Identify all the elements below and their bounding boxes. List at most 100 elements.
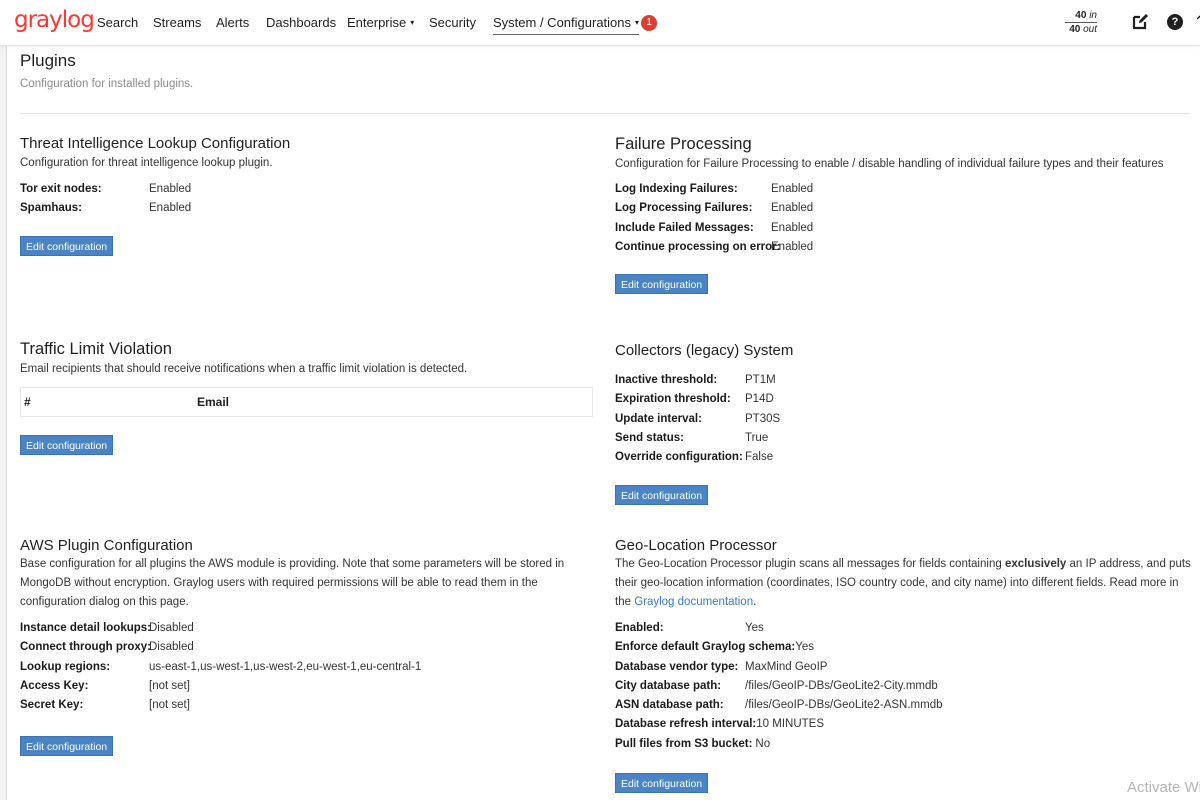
nav-dashboards[interactable]: Dashboards <box>266 15 336 30</box>
section-description: Email recipients that should receive not… <box>20 363 468 375</box>
config-key: Enforce default Graylog schema: <box>615 641 796 654</box>
config-value: P14D <box>745 393 774 406</box>
section-title: Threat Intelligence Lookup Configuration <box>20 135 291 152</box>
help-icon[interactable]: ? <box>1167 14 1183 30</box>
config-row: Secret Key: [not set] <box>20 696 595 715</box>
main-content: Plugins Configuration for installed plug… <box>6 46 1200 800</box>
config-list: Enabled: Yes Enforce default Graylog sche… <box>615 619 1195 754</box>
edit-configuration-button[interactable]: Edit configuration <box>615 773 709 794</box>
config-row: Override configuration: False <box>615 448 1195 467</box>
table-header-row: # Email <box>21 388 592 416</box>
nav-security-label: Security <box>429 15 476 30</box>
config-key: Log Processing Failures: <box>615 202 753 215</box>
config-row: Enabled: Yes <box>615 619 1195 638</box>
caret-down-icon: ▾ <box>410 18 415 27</box>
config-key: Lookup regions: <box>20 660 111 673</box>
notification-badge[interactable]: 1 <box>641 15 657 31</box>
nav-alerts[interactable]: Alerts <box>216 15 249 30</box>
nav-system-configurations-dropdown[interactable]: System / Configurations ▾ <box>493 15 640 35</box>
config-row: Log Indexing Failures: Enabled <box>615 180 1195 199</box>
config-row: Instance detail lookups: Disabled <box>20 619 595 638</box>
config-value: /files/GeoIP-DBs/GeoLite2-ASN.mmdb <box>745 699 943 712</box>
config-value: Enabled <box>771 240 814 253</box>
config-key: Instance detail lookups: <box>20 622 151 634</box>
config-row: Expiration threshold: P14D <box>615 390 1195 409</box>
config-value: [not set] <box>149 699 190 712</box>
throughput-out: 40 out <box>1069 24 1097 35</box>
email-recipients-table: # Email <box>20 387 593 417</box>
nav-enterprise-dropdown[interactable]: Enterprise ▾ <box>347 15 414 30</box>
throughput-in-unit: in <box>1089 10 1097 21</box>
config-list: Tor exit nodes: Enabled Spamhaus: Enabled <box>20 180 595 219</box>
user-menu-icon[interactable]: ⌃ <box>1194 13 1200 30</box>
config-row: Tor exit nodes: Enabled <box>20 180 595 199</box>
edit-configuration-button[interactable]: Edit configuration <box>20 235 114 256</box>
config-value: /files/GeoIP-DBs/GeoLite2-City.mmdb <box>745 679 938 692</box>
config-key: Database refresh interval: <box>615 718 757 731</box>
config-row: City database path: /files/GeoIP-DBs/GeoL… <box>615 677 1195 696</box>
table-header-number: # <box>24 395 31 409</box>
config-value: Yes <box>745 622 764 634</box>
nav-security[interactable]: Security <box>429 15 476 30</box>
config-row: Send status: True <box>615 429 1195 448</box>
config-value: True <box>745 431 769 444</box>
config-key: Log Indexing Failures: <box>615 183 738 195</box>
config-row: Inactive threshold: PT1M <box>615 371 1195 390</box>
edit-configuration-button[interactable]: Edit configuration <box>20 736 114 757</box>
config-value: No <box>755 737 771 750</box>
config-list: Inactive threshold: PT1M Expiration thres… <box>615 371 1195 467</box>
page-title: Plugins <box>20 51 76 70</box>
description-text: The Geo-Location Processor plugin scans … <box>615 558 1005 570</box>
config-list: Instance detail lookups: Disabled Connect… <box>20 619 595 715</box>
nav-streams[interactable]: Streams <box>153 15 201 30</box>
config-key: Access Key: <box>20 679 89 692</box>
config-row: Update interval: PT30S <box>615 410 1195 429</box>
graylog-documentation-link[interactable]: Graylog documentation <box>634 596 753 608</box>
nav-streams-label: Streams <box>153 15 202 30</box>
nav-system-label: System / Configurations <box>493 15 632 30</box>
config-key: Database vendor type: <box>615 660 739 673</box>
config-key: Spamhaus: <box>20 202 82 215</box>
throughput-out-unit: out <box>1083 24 1097 35</box>
description-emphasis: exclusively <box>1004 558 1067 570</box>
config-key: Override configuration: <box>615 451 743 464</box>
config-key: Inactive threshold: <box>615 374 718 386</box>
config-row: Continue processing on error: Enabled <box>615 238 1195 257</box>
collectors-section: Collectors (legacy) System Inactive thre… <box>615 342 1195 506</box>
activate-windows-watermark: Activate Wi <box>1127 779 1200 796</box>
config-key: Continue processing on error: <box>615 240 781 253</box>
config-row: Include Failed Messages: Enabled <box>615 219 1195 238</box>
config-key: Tor exit nodes: <box>20 183 102 195</box>
section-title: Failure Processing <box>615 135 752 153</box>
traffic-limit-section: Traffic Limit Violation Email recipients… <box>20 340 595 455</box>
throughput-out-value: 40 <box>1069 24 1081 35</box>
section-description: Base configuration for all plugins the A… <box>20 558 565 608</box>
config-value: PT30S <box>745 412 781 425</box>
config-key: Enabled: <box>615 622 664 634</box>
caret-down-icon: ▾ <box>635 18 640 27</box>
config-key: Secret Key: <box>20 699 84 712</box>
throughput-indicator[interactable]: 40 in 40 out <box>1065 9 1097 36</box>
config-value: False <box>745 451 774 464</box>
config-value: Enabled <box>149 202 192 215</box>
edit-configuration-button[interactable]: Edit configuration <box>615 485 709 506</box>
aws-plugin-section: AWS Plugin Configuration Base configurat… <box>20 537 595 757</box>
nav-search[interactable]: Search <box>97 15 138 30</box>
config-value: Yes <box>795 641 814 654</box>
threat-intel-section: Threat Intelligence Lookup Configuration… <box>20 135 595 256</box>
config-row: Pull files from S3 bucket: No <box>615 735 1195 754</box>
config-value: [not set] <box>149 679 190 692</box>
geo-location-section: Geo-Location Processor The Geo-Location … <box>615 537 1195 794</box>
config-value: MaxMind GeoIP <box>745 660 828 673</box>
config-row: Connect through proxy: Disabled <box>20 638 595 657</box>
graylog-logo[interactable]: graylog <box>14 7 95 33</box>
table-header-email: Email <box>197 395 230 409</box>
section-title: Collectors (legacy) System <box>615 342 794 359</box>
edit-configuration-button[interactable]: Edit configuration <box>615 274 709 295</box>
config-row: Log Processing Failures: Enabled <box>615 199 1195 218</box>
edit-icon[interactable] <box>1132 13 1149 33</box>
config-value: Enabled <box>771 183 814 195</box>
edit-configuration-button[interactable]: Edit configuration <box>20 435 114 455</box>
top-navbar: graylog Search Streams Alerts Dashboards… <box>0 0 1200 46</box>
nav-search-label: Search <box>97 15 139 30</box>
